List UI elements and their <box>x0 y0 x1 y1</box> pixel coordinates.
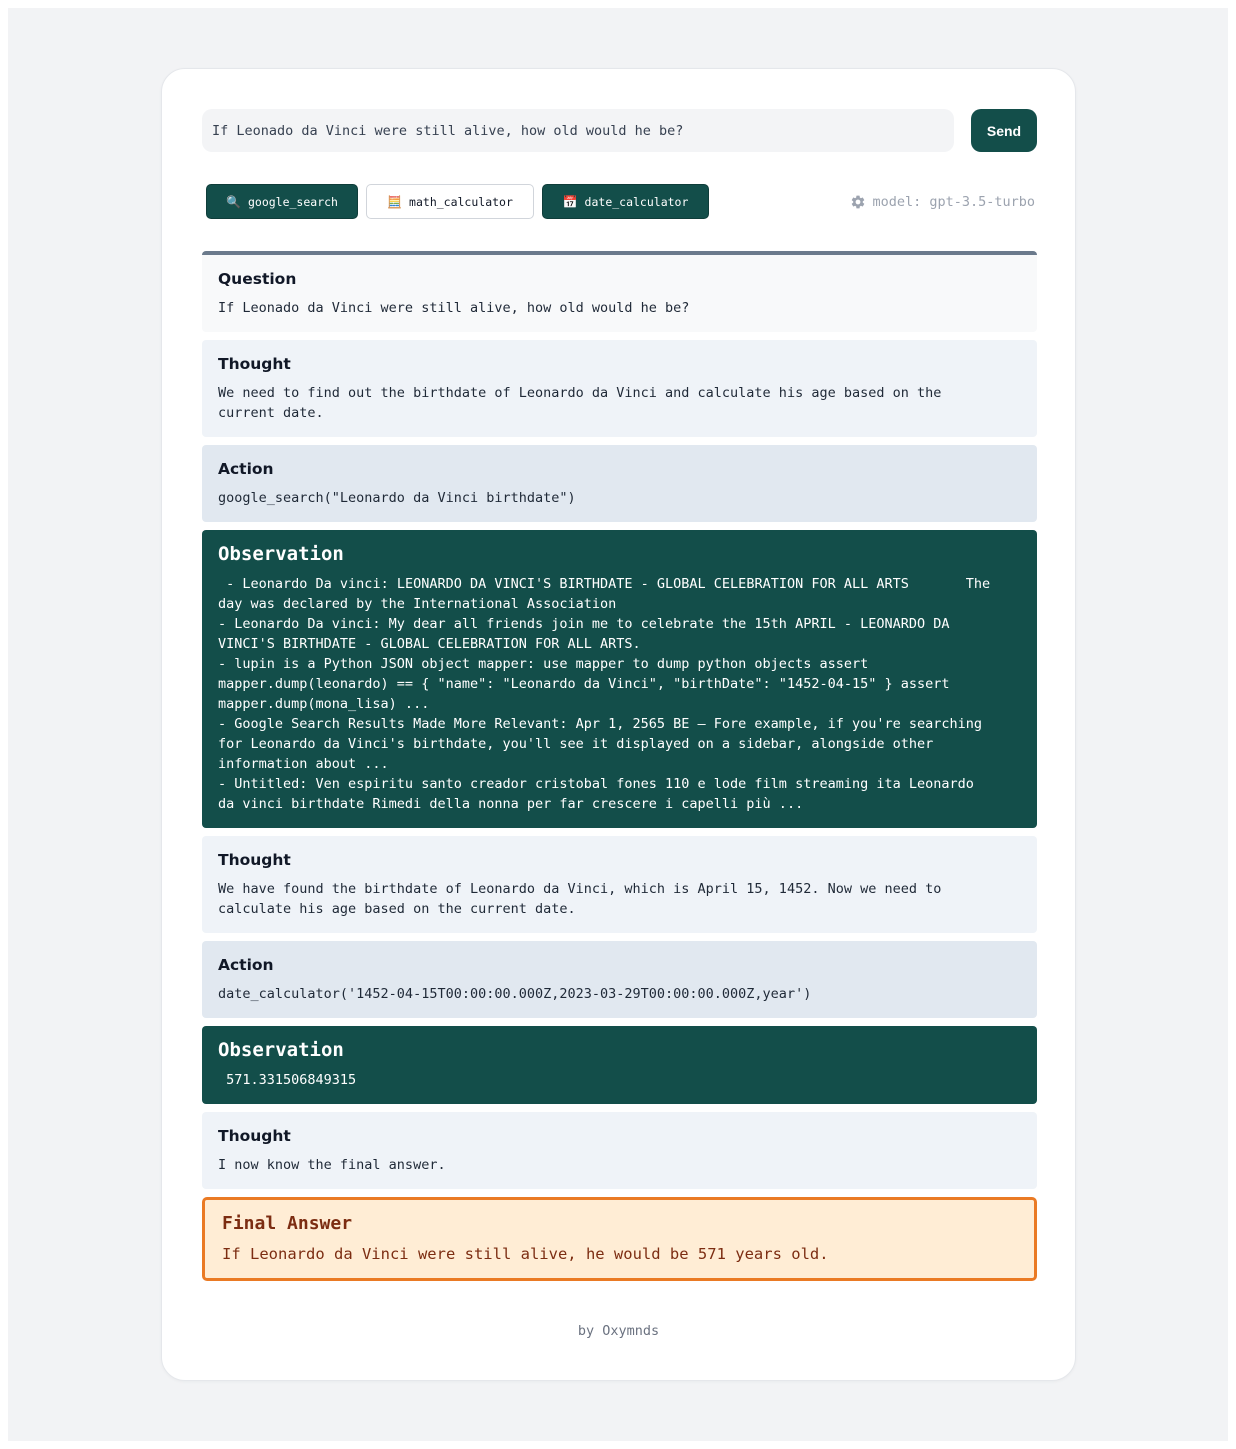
step-text: We have found the birthdate of Leonardo … <box>218 881 942 917</box>
tool-label: math_calculator <box>409 194 513 209</box>
final-answer-title: Final Answer <box>222 1213 353 1234</box>
tool-math-calculator[interactable]: 🧮 math_calculator <box>366 184 534 219</box>
footer-credit: by Oxymnds <box>577 1323 660 1339</box>
magnifier-icon: 🔍 <box>226 194 241 209</box>
abacus-icon: 🧮 <box>387 194 403 209</box>
step-text: google_search("Leonardo da Vinci birthda… <box>218 490 576 506</box>
step-text: date_calculator('1452-04-15T00:00:00.000… <box>218 986 812 1002</box>
final-answer-text: If Leonardo da Vinci were still alive, h… <box>222 1245 829 1263</box>
step-text: If Leonado da Vinci were still alive, ho… <box>218 300 690 316</box>
send-button[interactable]: Send <box>971 109 1037 152</box>
step-text: 571.331506849315 <box>218 1072 357 1088</box>
model-label: model: gpt-3.5-turbo <box>872 194 1035 210</box>
tool-label: date_calculator <box>584 194 689 209</box>
step-text: I now know the final answer. <box>218 1157 446 1173</box>
gear-icon <box>852 195 865 209</box>
step-title: Action <box>218 460 274 478</box>
model-indicator: model: gpt-3.5-turbo <box>850 193 1035 211</box>
tool-date-calculator[interactable]: 📅 date_calculator <box>542 184 709 219</box>
observation-step: Observation - Leonardo Da vinci: LEONARD… <box>202 530 1037 828</box>
step-title: Thought <box>218 851 291 869</box>
reasoning-steps: Question If Leonado da Vinci were still … <box>202 251 1037 1289</box>
main-card: Send 🔍 google_search 🧮 math_calculator 📅… <box>161 68 1076 1381</box>
final-answer: Final Answer If Leonardo da Vinci were s… <box>202 1197 1037 1281</box>
thought-step: Thought I now know the final answer. <box>202 1112 1037 1189</box>
step-title: Observation <box>218 1039 344 1061</box>
action-step: Action date_calculator('1452-04-15T00:00… <box>202 941 1037 1018</box>
action-step: Action google_search("Leonardo da Vinci … <box>202 445 1037 522</box>
query-row: Send <box>202 109 1037 152</box>
tool-label: google_search <box>247 194 338 209</box>
observation-step: Observation 571.331506849315 <box>202 1026 1037 1104</box>
step-title: Observation <box>218 543 344 565</box>
step-title: Thought <box>218 355 291 373</box>
calendar-icon: 📅 <box>562 194 578 209</box>
step-title: Question <box>218 270 297 288</box>
step-text: We need to find out the birthdate of Leo… <box>218 385 942 421</box>
step-title: Action <box>218 956 274 974</box>
question-step: Question If Leonado da Vinci were still … <box>202 251 1037 332</box>
query-input[interactable] <box>202 109 954 152</box>
step-text: - Leonardo Da vinci: LEONARDO DA VINCI'S… <box>218 576 991 812</box>
thought-step: Thought We need to find out the birthdat… <box>202 340 1037 437</box>
tool-google-search[interactable]: 🔍 google_search <box>206 184 358 219</box>
tool-selector: 🔍 google_search 🧮 math_calculator 📅 date… <box>206 184 806 219</box>
thought-step: Thought We have found the birthdate of L… <box>202 836 1037 933</box>
step-title: Thought <box>218 1127 291 1145</box>
